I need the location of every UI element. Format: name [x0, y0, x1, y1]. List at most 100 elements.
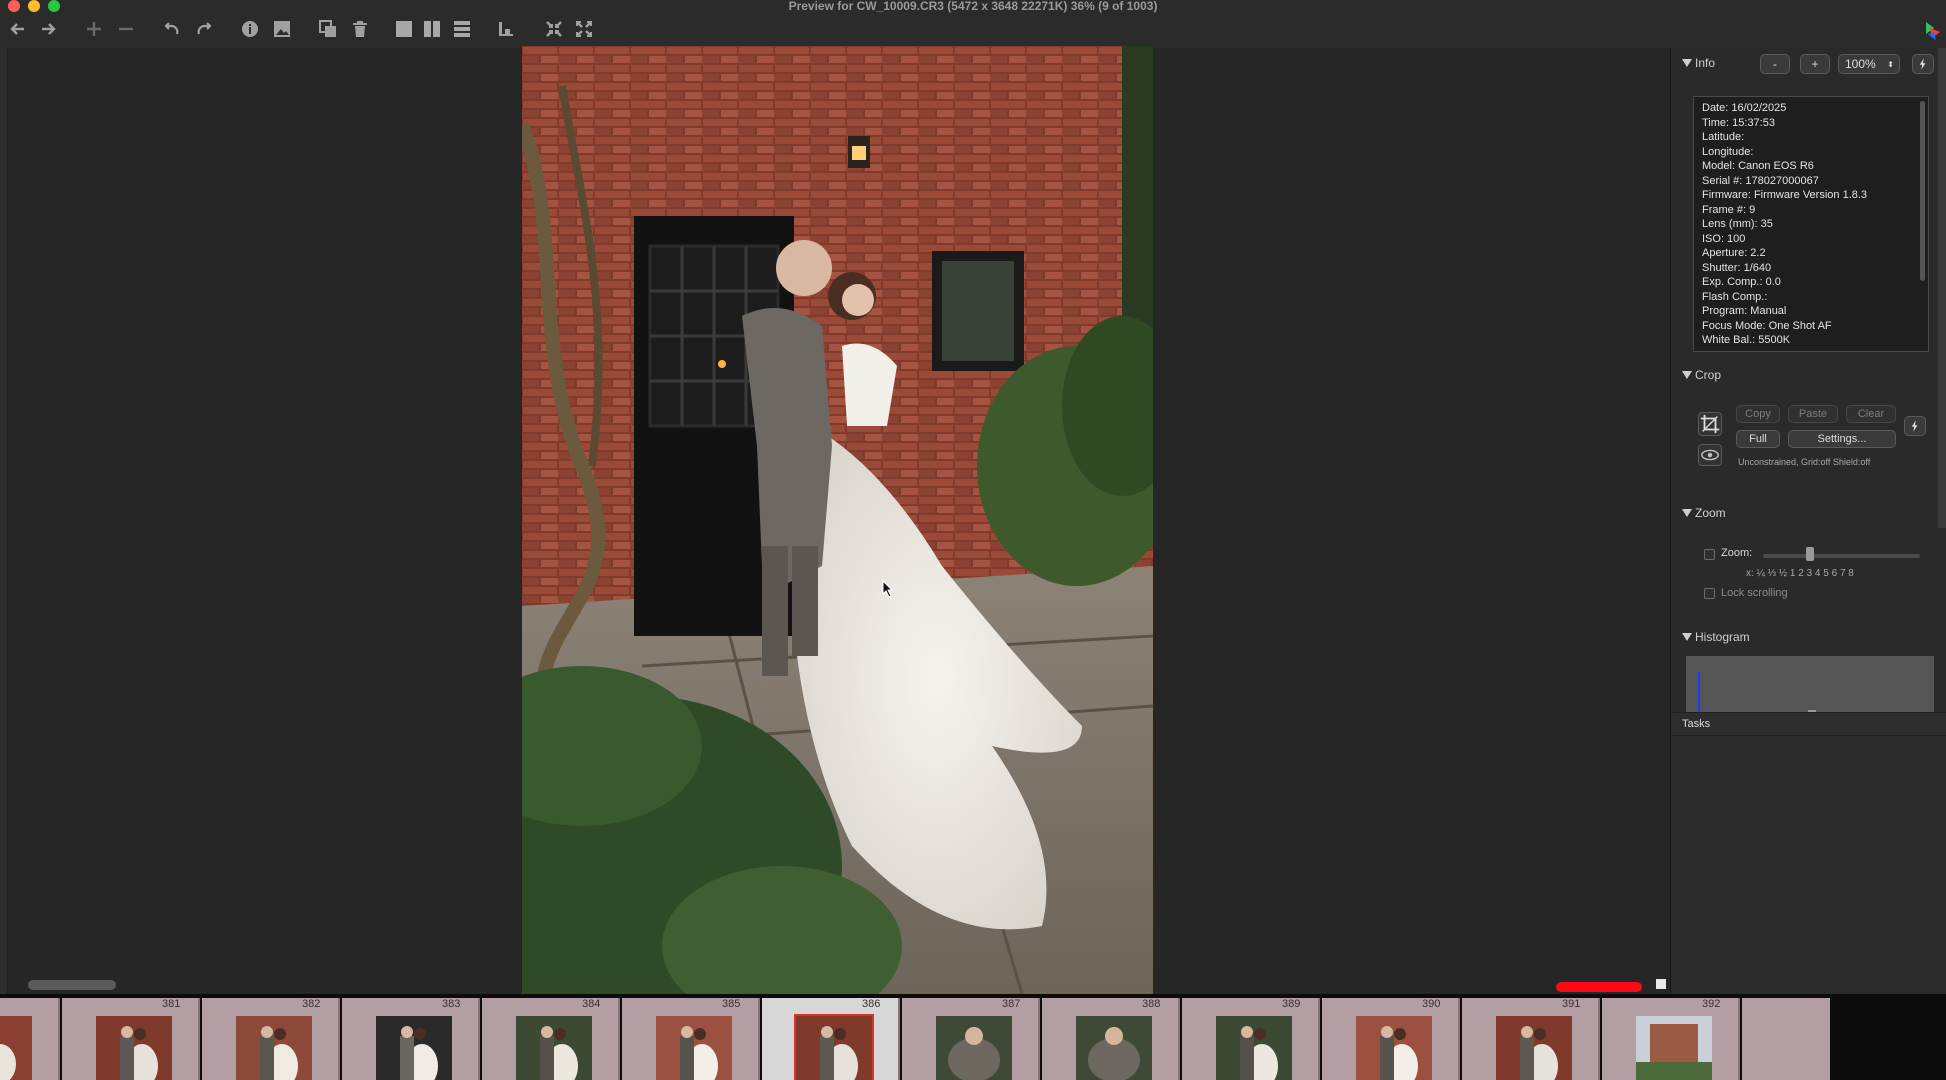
zoom-checkbox[interactable]	[1704, 549, 1715, 560]
rotate-right-icon[interactable]	[192, 18, 216, 40]
filmstrip-cell[interactable]: 390	[1322, 998, 1460, 1080]
filmstrip-cell[interactable]: 389	[1182, 998, 1320, 1080]
filmstrip-cell[interactable]: 385	[622, 998, 760, 1080]
copy-icon[interactable]	[316, 18, 340, 40]
crop-settings-button[interactable]: Settings...	[1788, 430, 1896, 448]
disclosure-triangle-icon	[1682, 59, 1692, 67]
metadata-line: Date: 16/02/2025	[1702, 102, 1787, 114]
zoom-header-label: Zoom	[1695, 506, 1726, 520]
filmstrip-cell[interactable]	[0, 998, 60, 1080]
metadata-line: Aperture: 2.2	[1702, 247, 1766, 259]
filmstrip-frame-number: 381	[162, 998, 181, 1010]
filmstrip[interactable]: 381382383384385386387388389390391392393	[0, 994, 1946, 1080]
info-icon[interactable]	[238, 18, 262, 40]
filmstrip-thumbnail[interactable]	[96, 1016, 172, 1080]
info-section-header[interactable]: Info	[1682, 56, 1715, 70]
crop-copy-button[interactable]: Copy	[1736, 405, 1780, 423]
filmstrip-frame-number: 389	[1282, 998, 1301, 1010]
title-bar: Preview for CW_10009.CR3 (5472 x 3648 22…	[0, 0, 1946, 48]
filmstrip-thumbnail[interactable]	[936, 1016, 1012, 1080]
filmstrip-frame-number: 391	[1562, 998, 1581, 1010]
filmstrip-cell[interactable]: 381	[62, 998, 200, 1080]
zoom-label: Zoom:	[1721, 547, 1753, 559]
disclosure-triangle-icon	[1682, 509, 1692, 517]
metadata-info-box[interactable]: Date: 16/02/2025 Time: 15:37:53 Latitude: L…	[1693, 96, 1929, 352]
filmstrip-thumbnail[interactable]	[1496, 1016, 1572, 1080]
metadata-line: Latitude:	[1702, 131, 1745, 143]
crop-tool-icon[interactable]	[1698, 412, 1722, 436]
histogram-spike	[1698, 672, 1700, 712]
two-column-view-icon[interactable]	[420, 18, 444, 40]
zoom-slider-track[interactable]	[1763, 554, 1920, 558]
zoom-scale-labels: x: ¼ ⅓ ½ 1 2 3 4 5 6 7 8	[1746, 568, 1854, 579]
filmstrip-thumbnail[interactable]	[656, 1016, 732, 1080]
crop-section-header[interactable]: Crop	[1682, 368, 1721, 382]
horizontal-scrollbar[interactable]	[28, 980, 116, 990]
filmstrip-cell[interactable]: 387	[902, 998, 1040, 1080]
filmstrip-frame-number: 383	[442, 998, 461, 1010]
single-view-icon[interactable]	[392, 18, 416, 40]
window-title: Preview for CW_10009.CR3 (5472 x 3648 22…	[788, 0, 1158, 13]
disclosure-triangle-icon	[1682, 371, 1692, 379]
lock-scrolling-checkbox[interactable]	[1704, 588, 1715, 599]
trash-icon[interactable]	[348, 18, 372, 40]
metadata-line: Serial #: 178027000067	[1702, 174, 1819, 187]
sidebar-scrollbar[interactable]	[1938, 48, 1946, 528]
info-box-scrollbar[interactable]	[1920, 101, 1925, 281]
filmstrip-thumbnail[interactable]	[516, 1016, 592, 1080]
crop-full-button[interactable]: Full	[1736, 430, 1780, 448]
eye-icon[interactable]	[1698, 444, 1722, 466]
filmstrip-cell[interactable]: 382	[202, 998, 340, 1080]
zoom-section-header[interactable]: Zoom	[1682, 506, 1726, 520]
rows-view-icon[interactable]	[450, 18, 474, 40]
tasks-header-label: Tasks	[1682, 718, 1711, 730]
minus-icon[interactable]	[114, 18, 138, 40]
zoom-slider-knob[interactable]	[1806, 547, 1815, 561]
progress-indicator	[1556, 982, 1642, 992]
filmstrip-frame-number: 387	[1002, 998, 1021, 1010]
left-edge-handle[interactable]	[0, 48, 8, 994]
zoom-percent-select[interactable]: 100% ⬍	[1838, 54, 1900, 74]
filmstrip-thumbnail[interactable]	[376, 1016, 452, 1080]
rotate-left-icon[interactable]	[160, 18, 184, 40]
metadata-line: Focus Mode: One Shot AF	[1702, 319, 1832, 332]
expand-icon[interactable]	[572, 18, 596, 40]
zoom-in-button[interactable]: +	[1800, 54, 1830, 74]
arrow-right-icon[interactable]	[36, 18, 60, 40]
crop-clear-button[interactable]: Clear	[1846, 405, 1896, 423]
metadata-line: Firmware: Firmware Version 1.8.3	[1702, 189, 1868, 201]
zoom-out-button[interactable]: -	[1760, 54, 1790, 74]
plus-icon[interactable]	[82, 18, 106, 40]
filmstrip-thumbnail[interactable]	[1216, 1016, 1292, 1080]
filmstrip-thumbnail[interactable]	[1636, 1016, 1712, 1080]
preview-image[interactable]	[522, 46, 1153, 994]
filmstrip-thumbnail[interactable]	[236, 1016, 312, 1080]
fit-icon[interactable]	[542, 18, 566, 40]
align-bottom-icon[interactable]	[494, 18, 518, 40]
histogram-header-label: Histogram	[1695, 630, 1750, 644]
filmstrip-thumbnail[interactable]	[0, 1016, 32, 1080]
filmstrip-cell[interactable]: 386	[762, 998, 900, 1080]
tasks-area	[1672, 737, 1946, 994]
filmstrip-thumbnail[interactable]	[1356, 1016, 1432, 1080]
crop-lightning-icon[interactable]	[1904, 416, 1926, 436]
tasks-header-bar[interactable]: Tasks	[1672, 712, 1946, 736]
lightning-icon[interactable]	[1912, 54, 1934, 74]
filmstrip-frame-number: 382	[302, 998, 321, 1010]
arrow-left-icon[interactable]	[6, 18, 30, 40]
image-icon[interactable]	[270, 18, 294, 40]
filmstrip-thumbnail[interactable]	[794, 1014, 874, 1080]
filmstrip-cell[interactable]: 392	[1602, 998, 1740, 1080]
metadata-line: Frame #: 9	[1702, 203, 1756, 216]
filmstrip-thumbnail[interactable]	[1076, 1016, 1152, 1080]
mouse-cursor-icon	[882, 580, 894, 598]
filmstrip-cell[interactable]: 384	[482, 998, 620, 1080]
filmstrip-cell[interactable]: 388	[1042, 998, 1180, 1080]
crop-paste-button[interactable]: Paste	[1788, 405, 1838, 423]
filmstrip-frame-number: 385	[722, 998, 741, 1010]
status-square	[1656, 979, 1666, 989]
filmstrip-cell[interactable]: 391	[1462, 998, 1600, 1080]
histogram-section-header[interactable]: Histogram	[1682, 630, 1750, 644]
metadata-line: Time: 15:37:53	[1702, 116, 1775, 129]
filmstrip-cell[interactable]: 383	[342, 998, 480, 1080]
